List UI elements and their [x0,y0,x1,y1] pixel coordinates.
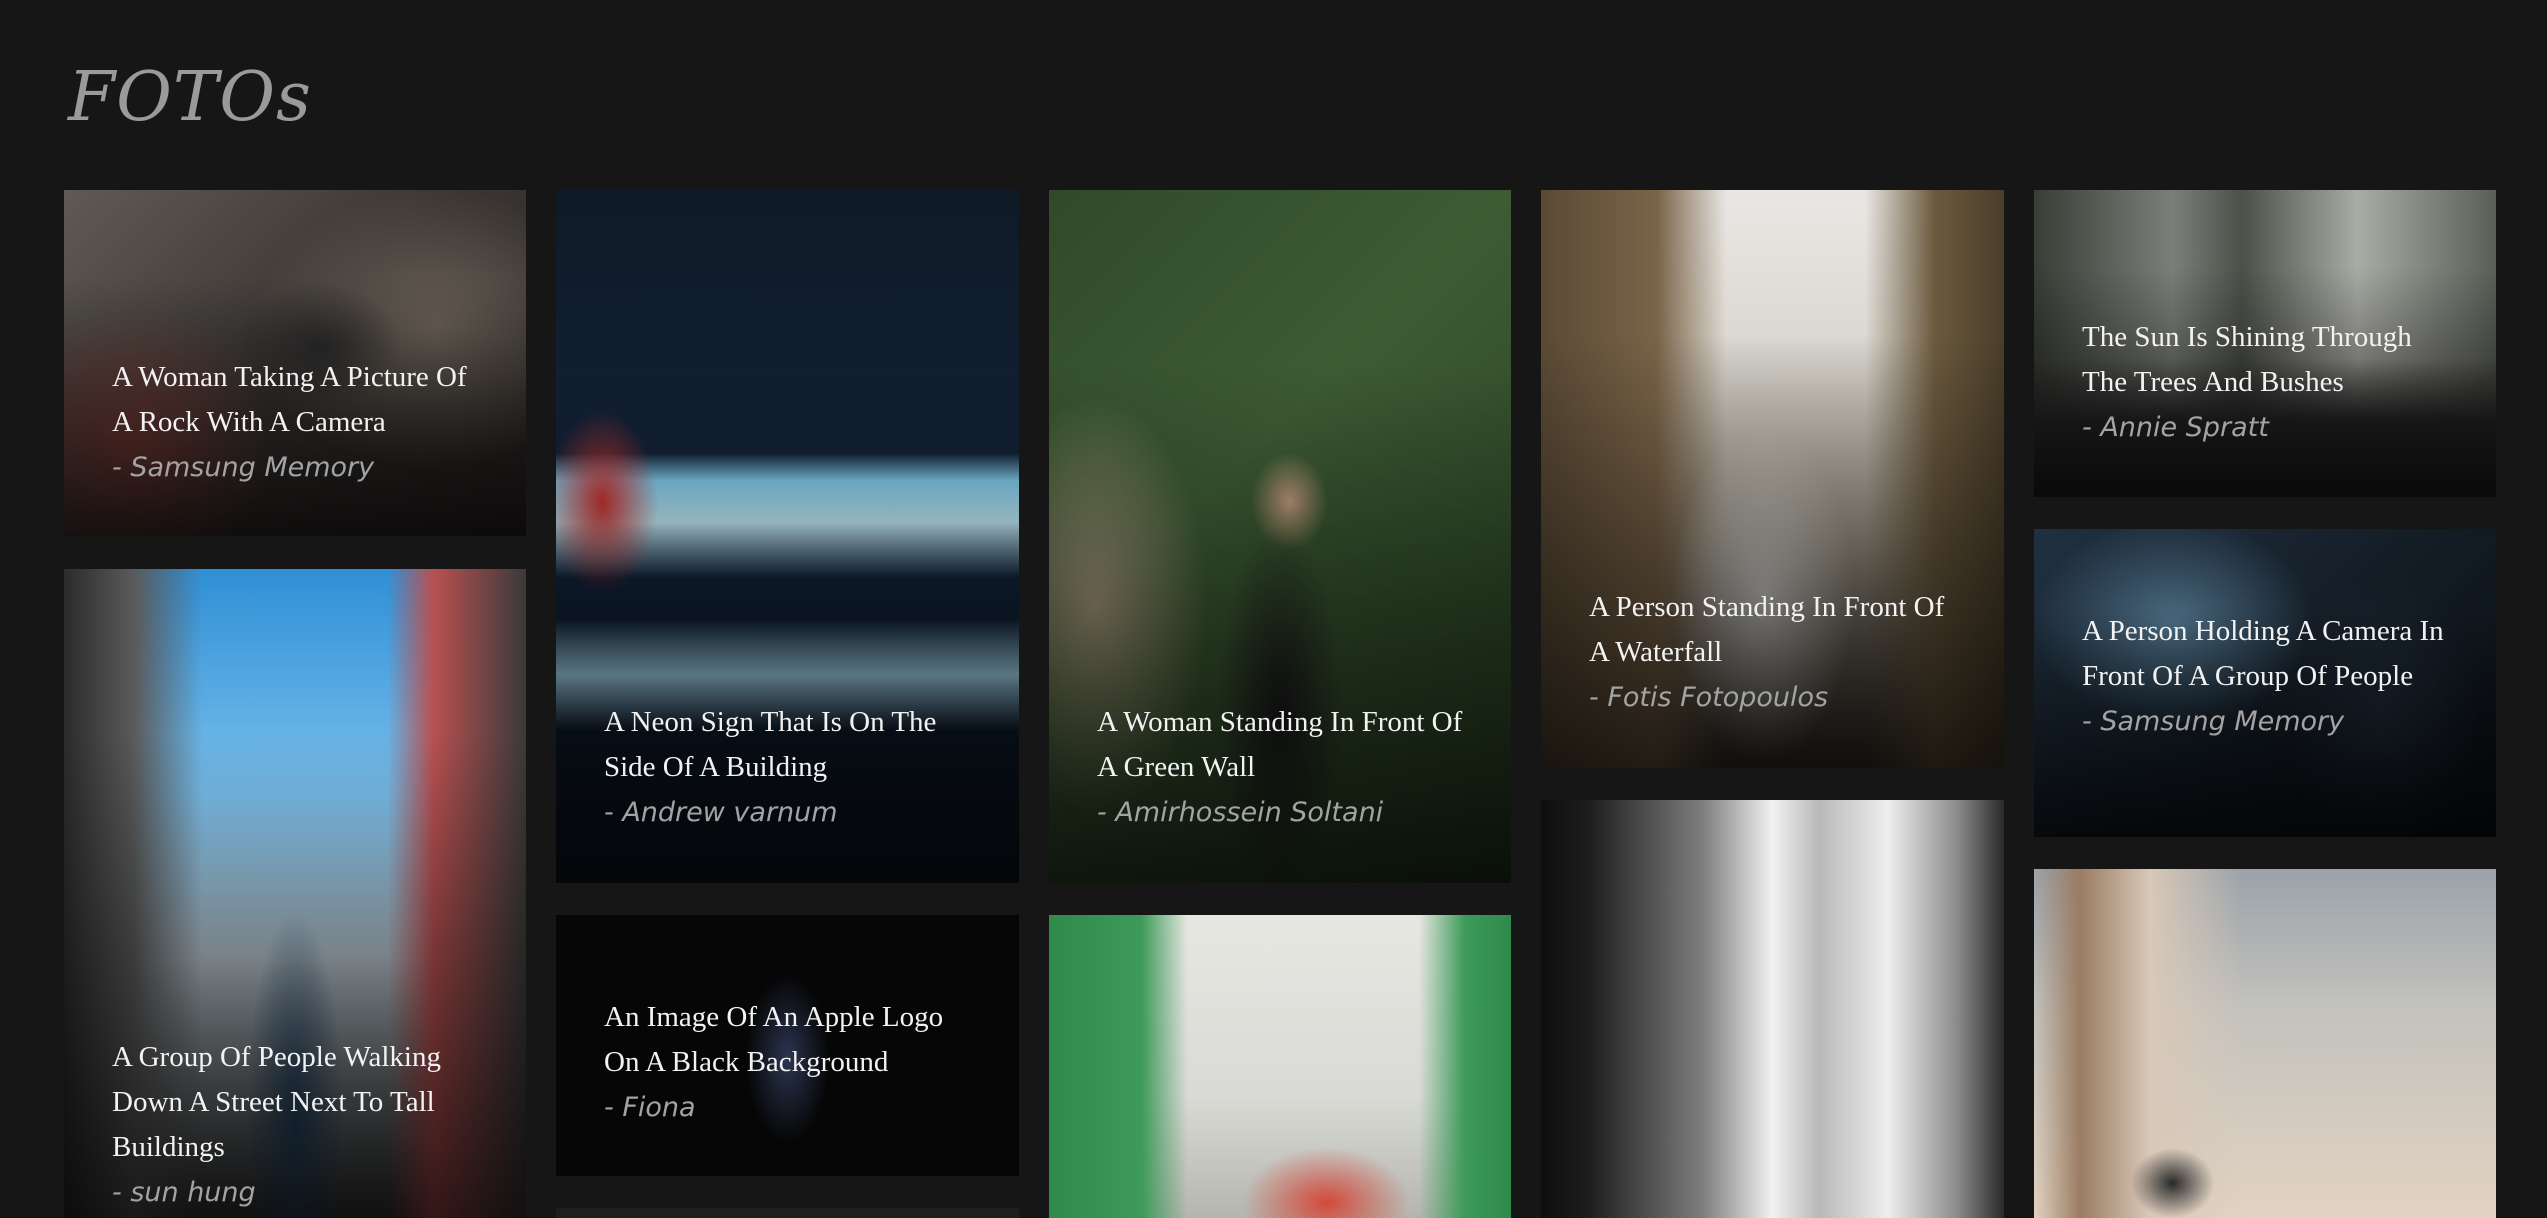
photo-author: - Samsung Memory [2082,706,2345,737]
photo-author: - Andrew varnum [604,797,838,828]
photo-author: - Fiona [604,1092,696,1123]
photo-card[interactable]: A Group Of People Walking Down A Street … [64,569,526,1218]
photo-image [2034,869,2496,1218]
photo-image [556,1208,1019,1218]
photo-card[interactable] [1541,800,2004,1218]
photo-title: A Group Of People Walking Down A Street … [112,1041,441,1163]
photo-title: A Person Standing In Front Of A Waterfal… [1589,591,1945,668]
photo-card[interactable]: A Woman Standing In Front Of A Green Wal… [1049,190,1511,883]
photo-card[interactable] [1049,915,1511,1218]
site-logo[interactable]: FOTOs [68,58,312,138]
photo-author: - Samsung Memory [112,452,375,483]
photo-caption: The Sun Is Shining Through The Trees And… [2082,315,2456,450]
photo-caption: A Person Standing In Front Of A Waterfal… [1589,585,1964,720]
photo-caption: A Woman Standing In Front Of A Green Wal… [1097,700,1471,835]
photo-card[interactable]: An Image Of An Apple Logo On A Black Bac… [556,915,1019,1176]
photo-card[interactable]: A Woman Taking A Picture Of A Rock With … [64,190,526,536]
photo-caption: A Neon Sign That Is On The Side Of A Bui… [604,700,979,835]
photo-title: A Woman Taking A Picture Of A Rock With … [112,361,467,438]
photo-title: A Woman Standing In Front Of A Green Wal… [1097,706,1463,783]
photo-card[interactable]: The Sun Is Shining Through The Trees And… [2034,190,2496,497]
photo-image [1049,915,1511,1218]
photo-card[interactable] [556,1208,1019,1218]
photo-card[interactable] [2034,869,2496,1218]
photo-title: An Image Of An Apple Logo On A Black Bac… [604,1001,944,1078]
photo-title: The Sun Is Shining Through The Trees And… [2082,321,2412,398]
photo-author: - Annie Spratt [2082,412,2269,443]
photo-title: A Person Holding A Camera In Front Of A … [2082,615,2444,692]
photo-title: A Neon Sign That Is On The Side Of A Bui… [604,706,937,783]
photo-author: - sun hung [112,1177,256,1208]
photo-card[interactable]: A Person Standing In Front Of A Waterfal… [1541,190,2004,768]
photo-caption: A Woman Taking A Picture Of A Rock With … [112,355,486,490]
photo-image [1541,800,2004,1218]
photo-caption: An Image Of An Apple Logo On A Black Bac… [604,995,979,1130]
photo-caption: A Group Of People Walking Down A Street … [112,1035,486,1215]
photo-caption: A Person Holding A Camera In Front Of A … [2082,609,2456,744]
photo-author: - Amirhossein Soltani [1097,797,1384,828]
photo-card[interactable]: A Neon Sign That Is On The Side Of A Bui… [556,190,1019,883]
photo-card[interactable]: A Person Holding A Camera In Front Of A … [2034,529,2496,837]
photo-author: - Fotis Fotopoulos [1589,682,1829,713]
